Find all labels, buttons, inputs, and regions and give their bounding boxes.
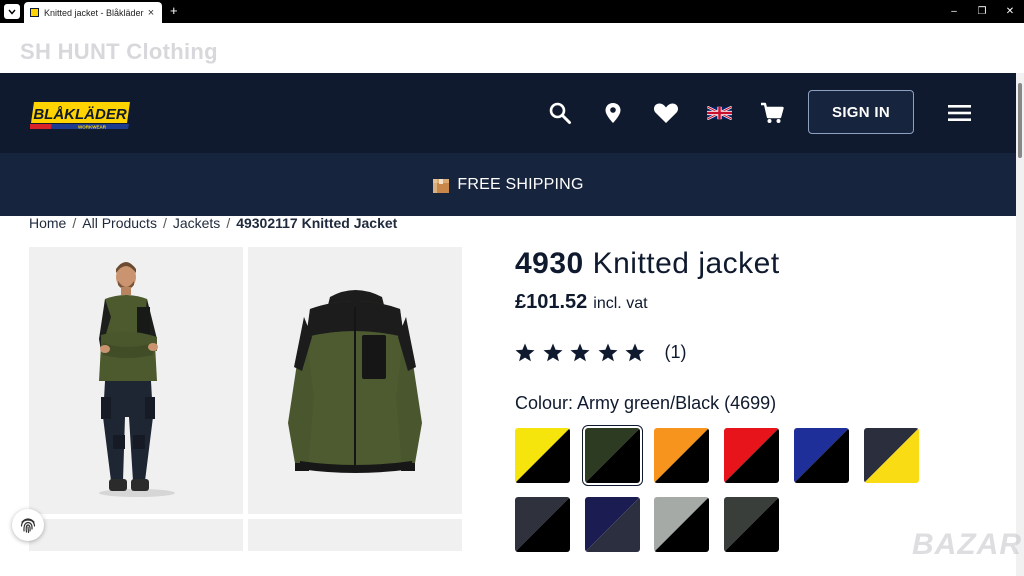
tab-close-button[interactable]: ×: [146, 7, 156, 19]
product-image-thumb-4[interactable]: [248, 519, 462, 551]
breadcrumb-separator: /: [162, 215, 167, 231]
tab-list-button[interactable]: [4, 4, 20, 19]
bazar-watermark: BAZAR: [912, 528, 1022, 561]
minimize-button[interactable]: –: [940, 0, 968, 23]
favicon-icon: [30, 8, 39, 17]
colour-swatch-cornflower-blue-black[interactable]: [794, 428, 849, 483]
star-icon: [515, 343, 535, 362]
sign-in-button[interactable]: SIGN IN: [808, 90, 914, 134]
store-banner: SH HUNT Clothing: [0, 23, 1024, 73]
new-tab-button[interactable]: +: [170, 3, 178, 18]
browser-tab-bar: Knitted jacket - Blåkläder × + – ❐ ✕: [0, 0, 1024, 23]
heart-icon: [653, 103, 679, 123]
breadcrumb-jackets[interactable]: Jackets: [173, 215, 220, 231]
window-controls: – ❐ ✕: [940, 0, 1024, 23]
maximize-button[interactable]: ❐: [968, 0, 996, 23]
tab-title: Knitted jacket - Blåkläder: [44, 7, 144, 18]
star-icon: [543, 343, 562, 362]
search-button[interactable]: [547, 100, 573, 126]
colour-swatch-orange-black[interactable]: [654, 428, 709, 483]
vat-label: incl. vat: [593, 295, 648, 312]
colour-swatch-red-black[interactable]: [724, 428, 779, 483]
colour-swatch-dark-olive-black[interactable]: [724, 497, 779, 552]
cookie-consent-button[interactable]: [12, 509, 44, 541]
model-wearing-jacket-image: [99, 262, 175, 497]
star-icon: [598, 343, 617, 362]
price-row: £101.52 incl. vat: [515, 291, 648, 314]
chevron-down-icon: [8, 9, 16, 15]
store-name: SH HUNT Clothing: [20, 39, 218, 64]
logo-text: BLÅKLÄDER: [33, 106, 126, 123]
star-icon: [570, 343, 590, 362]
logo-subtext: WORKWEAR: [78, 124, 107, 129]
rating-stars[interactable]: (1): [515, 342, 687, 363]
uk-flag-icon: [706, 106, 732, 120]
breadcrumb-separator: /: [72, 215, 77, 231]
scrollbar-thumb[interactable]: [1018, 83, 1022, 158]
colour-swatch-navy-blue[interactable]: [585, 497, 640, 552]
product-image-thumb-3[interactable]: [29, 519, 243, 551]
page-scrollbar[interactable]: [1016, 73, 1024, 576]
browser-tab[interactable]: Knitted jacket - Blåkläder ×: [24, 2, 162, 23]
language-selector[interactable]: [706, 100, 732, 126]
product-name: Knitted jacket: [592, 247, 780, 280]
package-box-icon: [433, 178, 450, 193]
breadcrumb-current: 49302117 Knitted Jacket: [236, 215, 398, 231]
colour-swatch-army-green-black[interactable]: [582, 425, 643, 486]
jacket-front-image: [288, 290, 422, 473]
product-title: 4930 Knitted jacket: [515, 247, 780, 281]
product-price: £101.52: [515, 291, 588, 313]
blaklader-logo[interactable]: BLÅKLÄDER WORKWEAR: [30, 99, 132, 131]
breadcrumb-separator: /: [226, 215, 231, 231]
wishlist-button[interactable]: [653, 100, 679, 126]
location-pin-icon: [605, 103, 621, 123]
close-window-button[interactable]: ✕: [996, 0, 1024, 23]
cart-icon: [761, 102, 784, 123]
product-image-model[interactable]: [29, 247, 243, 514]
colour-swatch-navy-yellow[interactable]: [864, 428, 919, 483]
site-header: BLÅKLÄDER WORKWEAR SIGN IN: [0, 73, 1016, 153]
hamburger-menu-icon[interactable]: [947, 103, 973, 123]
store-locator-button[interactable]: [600, 100, 626, 126]
breadcrumb: Home / All Products / Jackets / 49302117…: [29, 214, 397, 232]
search-icon: [549, 102, 571, 124]
colour-swatch-dark-grey-black[interactable]: [515, 497, 570, 552]
breadcrumb-all-products[interactable]: All Products: [82, 215, 157, 231]
cart-button[interactable]: [759, 100, 785, 126]
breadcrumb-home[interactable]: Home: [29, 215, 66, 231]
shipping-label: FREE SHIPPING: [457, 175, 584, 193]
star-icon: [625, 343, 645, 362]
colour-swatch-grey-melange-black[interactable]: [654, 497, 709, 552]
product-image-front[interactable]: [248, 247, 462, 514]
review-count[interactable]: (1): [665, 342, 687, 363]
product-code: 4930: [515, 247, 584, 280]
shipping-banner: FREE SHIPPING: [0, 153, 1016, 216]
fingerprint-icon: [20, 518, 36, 534]
colour-label: Colour: Army green/Black (4699): [515, 393, 777, 413]
colour-swatch-yellow-black[interactable]: [515, 428, 570, 483]
